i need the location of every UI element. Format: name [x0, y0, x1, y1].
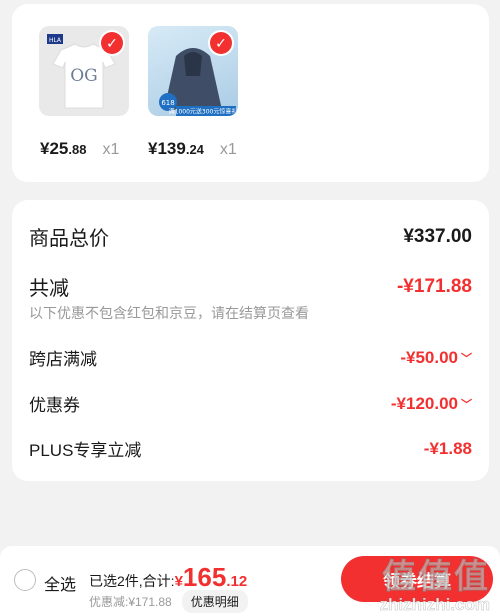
brand-tag: HLA [49, 37, 62, 44]
product-thumbnail[interactable]: HLA OG ✓ [39, 26, 129, 116]
plus-discount-label: PLUS专享立减 [29, 441, 142, 460]
cross-store-discount-label: 跨店满减 [29, 350, 97, 369]
coupon-label: 优惠券 [29, 396, 80, 415]
cross-store-discount-row[interactable]: 跨店满减 -¥50.00 ﹀ [29, 345, 472, 370]
product-item-2[interactable]: 618 满1000元送300元惊喜礼券 ✓ [148, 26, 238, 116]
total-amount: 165 [182, 562, 227, 592]
checkout-button[interactable]: 领券结算 [341, 556, 493, 602]
product-qty: x1 [102, 141, 120, 158]
total-reduce-value: -¥171.88 [396, 275, 472, 297]
check-icon[interactable]: ✓ [101, 32, 123, 54]
chevron-down-icon[interactable]: ﹀ [461, 396, 472, 412]
selected-count-text: 已选2件,合计: [89, 573, 175, 589]
price-summary-card: 商品总价 ¥337.00 共减 -¥171.88 以下优惠不包含红包和京豆，请在… [12, 200, 489, 481]
product-item-1[interactable]: HLA OG ✓ [39, 26, 129, 116]
total-reduce-label: 共减 [29, 278, 69, 300]
cross-store-discount-value: -¥50.00 [400, 347, 458, 367]
product-thumbnail[interactable]: 618 满1000元送300元惊喜礼券 ✓ [148, 26, 238, 116]
total-price-value: ¥337.00 [403, 225, 472, 247]
total-price-row: 商品总价 ¥337.00 [29, 222, 472, 251]
618-badge: 618 [161, 99, 174, 107]
total-reduce-row: 共减 -¥171.88 [29, 272, 472, 301]
product-price-2: ¥ 139 .24 x1 [148, 139, 237, 158]
check-icon[interactable]: ✓ [210, 32, 232, 54]
product-price-1: ¥ 25 .88 x1 [40, 139, 120, 158]
checkout-bar: 全选 已选2件,合计: ¥ 165 .12 优惠减:¥171.88 优惠明细 领… [0, 546, 500, 616]
plus-discount-value: -¥1.88 [423, 438, 472, 458]
discount-total-text: 优惠减:¥171.88 [89, 595, 172, 609]
coupon-row[interactable]: 优惠券 -¥120.00 ﹀ [29, 391, 472, 416]
discount-detail-button[interactable]: 优惠明细 [181, 590, 248, 613]
product-qty: x1 [219, 141, 237, 158]
select-all-label[interactable]: 全选 [44, 571, 76, 595]
selected-products-card: HLA OG ✓ ¥ 25 .88 x1 618 满1000元送300元惊喜礼券… [12, 4, 489, 182]
promo-banner: 满1000元送300元惊喜礼券 [169, 108, 238, 116]
total-price-label: 商品总价 [29, 228, 109, 250]
coupon-value: -¥120.00 [390, 393, 458, 413]
chevron-down-icon[interactable]: ﹀ [461, 350, 472, 366]
discount-note: 以下优惠不包含红包和京豆，请在结算页查看 [29, 305, 309, 321]
select-all-radio[interactable] [14, 569, 36, 591]
plus-discount-row: PLUS专享立减 -¥1.88 [29, 436, 472, 461]
shirt-logo: OG [70, 66, 98, 86]
selected-total: 已选2件,合计: ¥ 165 .12 [89, 562, 248, 592]
